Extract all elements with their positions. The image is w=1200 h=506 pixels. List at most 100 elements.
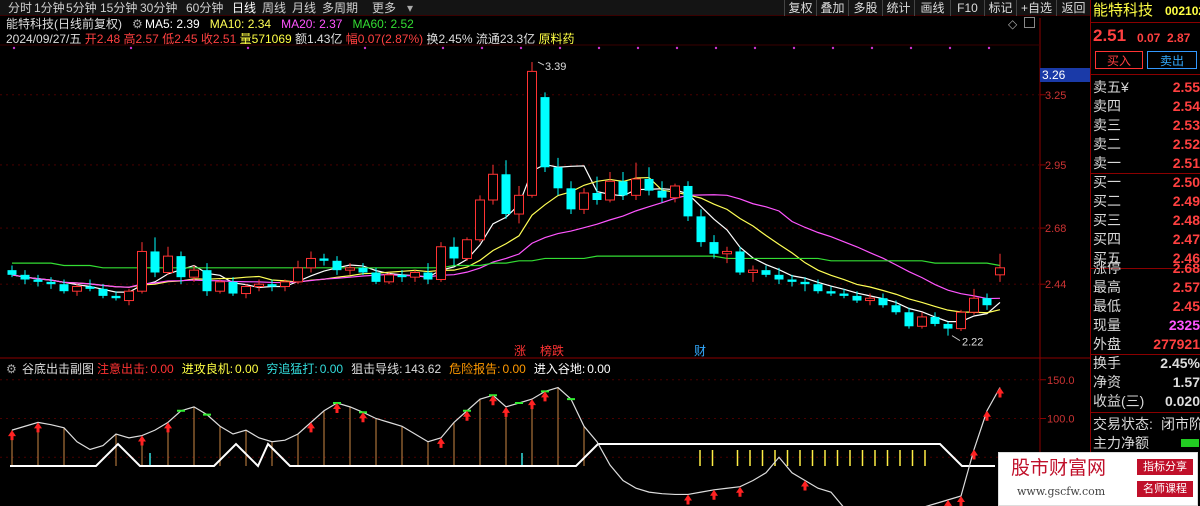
stat-value-2: 2.45 [1172, 298, 1200, 314]
ask-price-4: 2.51 [1172, 155, 1200, 171]
candle-body [72, 286, 82, 292]
candle-body [137, 250, 147, 292]
low-label: 低 [162, 32, 175, 46]
low-label: 2.22 [962, 337, 983, 349]
ask-label-0: 卖五¥ [1093, 79, 1129, 95]
current-price-tag: 3.26 [1040, 68, 1090, 82]
candle-body [787, 279, 797, 282]
stat-value-1: 2.57 [1172, 279, 1200, 295]
watermark-logo: 股市财富网 www.gscfw.com 指标分享 名师课程 [998, 452, 1198, 506]
kline-chart[interactable]: 3.252.952.682.443.392.22涨榜跌财150.0100.050… [0, 0, 1090, 506]
sub-settings-icon[interactable]: ⚙ [6, 362, 17, 376]
candle-body [280, 281, 290, 288]
bid-price-0: 2.50 [1172, 174, 1200, 190]
candle-body [410, 271, 420, 278]
signal-dot [870, 46, 874, 50]
buy-arrow-icon [489, 395, 497, 406]
amp-label: 幅 [345, 32, 358, 46]
ask-price-3: 2.52 [1172, 136, 1200, 152]
signal-dot [831, 46, 835, 50]
signal-dot [480, 46, 484, 50]
sub-param-label-5: 进入谷地: [533, 362, 586, 376]
quote-sep-1 [1091, 22, 1200, 23]
sub-param-label-0: 注意出击: [97, 362, 149, 376]
candle-body [176, 256, 186, 278]
candle-body [631, 178, 641, 196]
stat-row-0: 涨停 2.68 [1091, 259, 1200, 277]
bid-label-2: 买三 [1093, 212, 1121, 228]
signal-dot [12, 46, 16, 50]
signal-dot [441, 46, 445, 50]
stat-row-4: 外盘 277921 [1091, 335, 1200, 353]
candle-body [709, 242, 719, 254]
quote-sep-2 [1091, 74, 1200, 75]
candle-body [7, 270, 17, 275]
sub-param-label-1: 进攻良机: [181, 362, 234, 376]
candle-body [930, 316, 940, 324]
chart-title: 能特科技(日线前复权) [6, 17, 122, 31]
buy-arrow-icon [957, 496, 965, 506]
stat-label-3: 现量 [1093, 317, 1121, 333]
sub-param-value-4: 0.00 [502, 362, 526, 376]
extra-row-1: 净资 1.57 [1091, 373, 1200, 391]
signal-dot [597, 46, 601, 50]
ask-price-0: 2.55 [1172, 79, 1200, 95]
turnover-value: 换2.45% [426, 32, 473, 46]
candle-body [462, 239, 472, 259]
buy-arrow-icon [307, 422, 315, 433]
ma-legend-item-3: MA60: 2.52 [352, 17, 414, 31]
settings-icon[interactable]: ⚙ [132, 17, 143, 31]
bid-price-1: 2.49 [1172, 193, 1200, 209]
candle-body [124, 290, 134, 302]
extra-value-0: 2.45% [1160, 355, 1200, 371]
sub-param-value-1: 0.00 [235, 362, 259, 376]
stat-label-0: 涨停 [1093, 260, 1121, 276]
candle-body [241, 286, 251, 295]
candle-body [20, 274, 30, 280]
candle-body [254, 283, 264, 288]
buy-arrow-icon [736, 486, 744, 497]
candle-body [527, 70, 537, 196]
stat-value-3: 2325 [1168, 317, 1200, 333]
candle-body [306, 257, 316, 269]
candle-body [761, 270, 771, 275]
candle-body [865, 297, 875, 302]
buy-arrow-icon [138, 435, 146, 446]
candle-body [228, 281, 238, 294]
extra-value-2: 0.020 [1164, 393, 1200, 409]
candle-body [423, 272, 433, 280]
buy-arrow-icon [502, 406, 510, 417]
ask-row-4: 卖一 2.51 [1091, 154, 1200, 172]
watermark-tag-share: 指标分享 [1137, 459, 1193, 475]
candle-body [215, 281, 225, 292]
sub-tick-label-1: 100.0 [1047, 414, 1075, 426]
candle-body [722, 250, 732, 255]
sell-button[interactable]: 卖出 [1147, 51, 1197, 69]
sub-param-label-4: 危险报告: [449, 362, 501, 376]
vol-value: 571069 [251, 32, 292, 46]
sub-param-value-0: 0.00 [150, 362, 174, 376]
signal-dot [987, 46, 991, 50]
candle-body [59, 284, 69, 292]
buy-button[interactable]: 买入 [1095, 51, 1143, 69]
sub-param-value-2: 0.00 [319, 362, 344, 376]
candle-body [488, 173, 498, 201]
diamond-icon[interactable]: ◇ [1008, 17, 1017, 31]
ask-price-2: 2.53 [1172, 117, 1200, 133]
high-label: 3.39 [545, 61, 566, 73]
low-pointer [951, 335, 961, 342]
stat-row-2: 最低 2.45 [1091, 297, 1200, 315]
bid-row-2: 买三 2.48 [1091, 211, 1200, 229]
candle-body [735, 251, 745, 273]
candle-body [358, 267, 368, 273]
candle-body [618, 181, 628, 196]
ma-legend-item-0: MA5: 2.39 [145, 17, 200, 31]
window-box-icon[interactable] [1024, 17, 1035, 28]
candle-body [293, 267, 303, 283]
candle-body [852, 295, 862, 301]
candle-body [33, 279, 43, 282]
buy-arrow-icon [437, 437, 445, 448]
open-value: 2.48 [96, 32, 121, 46]
candle-body [605, 180, 615, 201]
concept-tag[interactable]: 原料药 [539, 32, 575, 46]
